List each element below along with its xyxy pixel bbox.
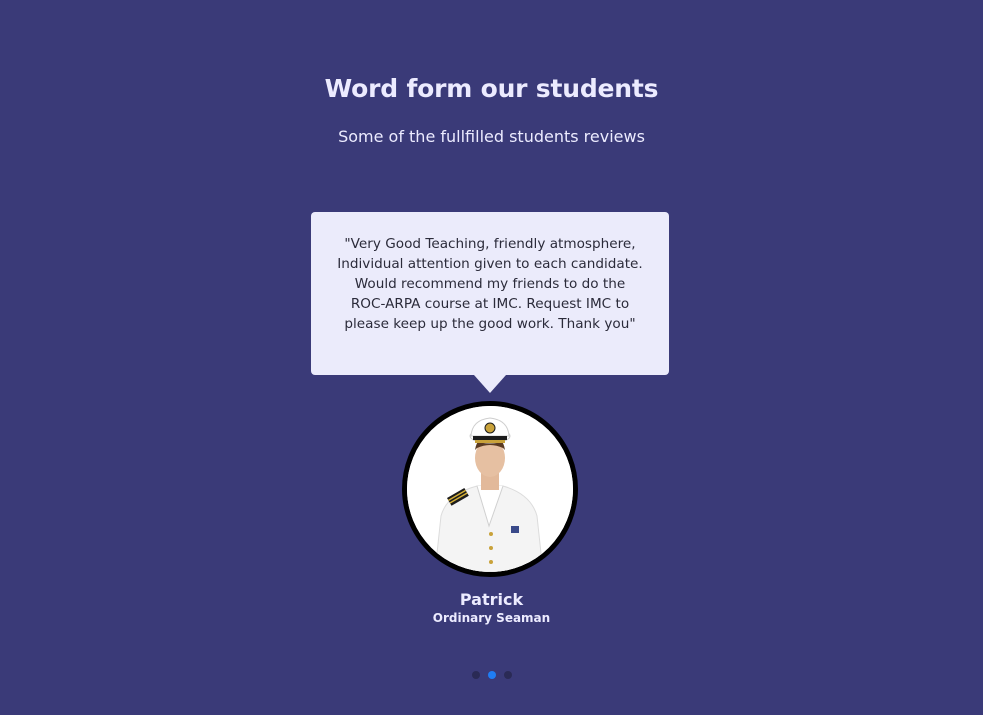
carousel-dot-3[interactable] — [503, 671, 512, 679]
testimonials-section: Word form our students Some of the fullf… — [0, 0, 983, 715]
testimonial-bubble: "Very Good Teaching, friendly atmosphere… — [311, 212, 669, 393]
testimonial-quote: "Very Good Teaching, friendly atmosphere… — [337, 236, 643, 332]
section-title: Word form our students — [324, 74, 659, 103]
carousel-dot-2[interactable] — [487, 671, 496, 679]
student-name: Patrick — [459, 590, 524, 609]
avatar — [402, 401, 578, 577]
carousel-dot-1[interactable] — [471, 671, 480, 679]
section-subtitle: Some of the fullfilled students reviews — [338, 127, 645, 146]
student-role: Ordinary Seaman — [432, 611, 551, 625]
carousel-indicators — [0, 671, 983, 679]
student-photo — [407, 406, 573, 572]
